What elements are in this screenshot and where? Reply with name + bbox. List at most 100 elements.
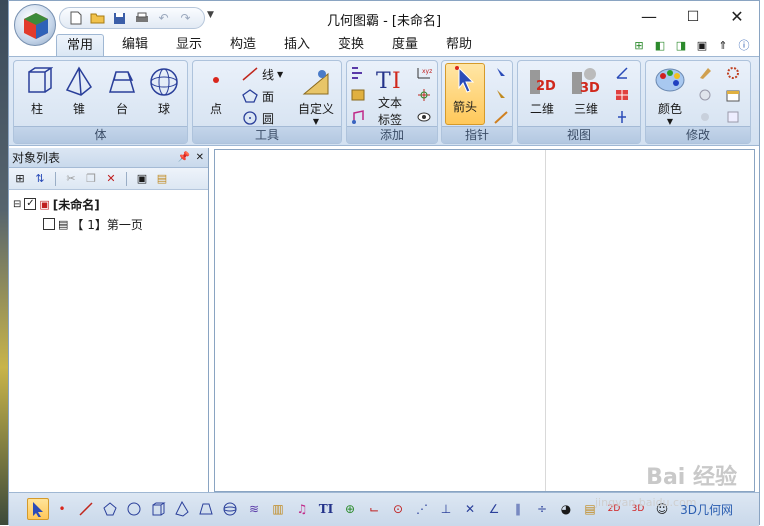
drawing-canvas[interactable] bbox=[214, 149, 755, 492]
sort-icon[interactable]: ⇅ bbox=[32, 171, 48, 187]
bt-segment-icon[interactable]: ⋰ bbox=[411, 498, 433, 520]
bt-prism-icon[interactable] bbox=[147, 498, 169, 520]
tab-common[interactable]: 常用 bbox=[56, 34, 105, 56]
bt-midpoint-icon[interactable]: ⊙ bbox=[387, 498, 409, 520]
bt-cross-icon[interactable]: ✕ bbox=[459, 498, 481, 520]
delete-icon[interactable]: ✕ bbox=[103, 171, 119, 187]
pointer-rotate-icon[interactable] bbox=[492, 86, 510, 104]
text-label-button[interactable]: TI 文本 标签 bbox=[369, 66, 411, 128]
group-add: TI 文本 标签 xyz 添加 bbox=[346, 60, 438, 144]
add-music-icon[interactable] bbox=[349, 108, 367, 126]
tab-help[interactable]: 帮助 bbox=[436, 34, 482, 56]
maximize-button[interactable]: ☐ bbox=[671, 1, 715, 32]
line-dropdown-icon[interactable]: ▼ bbox=[277, 70, 283, 79]
custom-dropdown-icon[interactable]: ▼ bbox=[293, 117, 339, 126]
group-body-label: 体 bbox=[14, 126, 187, 143]
bt-text-icon[interactable]: TI bbox=[315, 498, 337, 520]
bt-palette-icon[interactable]: ◕ bbox=[555, 498, 577, 520]
page-checkbox[interactable] bbox=[43, 218, 55, 230]
minimize-button[interactable]: — bbox=[627, 1, 671, 32]
app-menu-button[interactable] bbox=[14, 4, 56, 46]
help-icon[interactable]: ⓘ bbox=[735, 36, 753, 54]
add-table-icon[interactable] bbox=[349, 86, 367, 104]
sphere-button[interactable]: 球 bbox=[144, 66, 184, 117]
collapse-icon[interactable]: ⊟ bbox=[13, 199, 21, 210]
add-page-icon[interactable]: ⊞ bbox=[630, 36, 648, 54]
frustum-label: 台 bbox=[115, 102, 128, 116]
modify-size-icon[interactable] bbox=[696, 108, 714, 126]
bt-sphere-icon[interactable] bbox=[219, 498, 241, 520]
view-2d-button[interactable]: 2D 二维 bbox=[522, 66, 562, 117]
view-axes-icon[interactable] bbox=[613, 64, 631, 82]
close-button[interactable]: ✕ bbox=[715, 1, 759, 32]
pointer-draw-icon[interactable] bbox=[492, 108, 510, 126]
object-list-toolbar: ⊞ ⇅ ✂ ❐ ✕ ▣ ▤ bbox=[9, 168, 208, 190]
modify-style-icon[interactable] bbox=[696, 64, 714, 82]
tree-root-node[interactable]: ⊟ ✓ ▣ [未命名] bbox=[13, 194, 208, 214]
point-button[interactable]: 点 bbox=[196, 66, 236, 117]
bt-polygon-icon[interactable] bbox=[99, 498, 121, 520]
bt-perp-icon[interactable]: ⊥ bbox=[435, 498, 457, 520]
pin-icon[interactable]: 📌 bbox=[178, 148, 190, 168]
line-button[interactable]: 线 ▼ bbox=[241, 64, 283, 84]
view-rotate-icon[interactable] bbox=[613, 108, 631, 126]
modify-copy-icon[interactable] bbox=[724, 108, 742, 126]
tab-construct[interactable]: 构造 bbox=[220, 34, 266, 56]
face-label: 面 bbox=[262, 89, 275, 104]
color-dropdown-icon[interactable]: ▼ bbox=[650, 117, 690, 126]
tab-display[interactable]: 显示 bbox=[166, 34, 212, 56]
add-eye-icon[interactable] bbox=[415, 108, 433, 126]
prism-button[interactable]: 柱 bbox=[17, 66, 57, 117]
bt-frustum-icon[interactable] bbox=[195, 498, 217, 520]
modify-light-icon[interactable] bbox=[696, 86, 714, 104]
tab-transform[interactable]: 变换 bbox=[328, 34, 374, 56]
panel-close-icon[interactable]: ✕ bbox=[196, 148, 204, 168]
color-button[interactable]: 颜色 ▼ bbox=[650, 66, 690, 126]
expand-all-icon[interactable]: ⊞ bbox=[12, 171, 28, 187]
cut-icon[interactable]: ✂ bbox=[63, 171, 79, 187]
custom-tool-icon bbox=[302, 70, 329, 95]
root-checkbox[interactable]: ✓ bbox=[24, 198, 37, 210]
bt-angle-icon[interactable]: ∠ bbox=[483, 498, 505, 520]
bt-coord-icon[interactable]: ⌙ bbox=[363, 498, 385, 520]
line-icon bbox=[242, 67, 258, 81]
bt-parallel-icon[interactable]: ∥ bbox=[507, 498, 529, 520]
face-button[interactable]: 面 bbox=[241, 86, 274, 106]
bt-divide-icon[interactable]: ÷ bbox=[531, 498, 553, 520]
bt-add-a-icon[interactable]: ≋ bbox=[243, 498, 265, 520]
bt-grid-icon[interactable]: ⊕ bbox=[339, 498, 361, 520]
view-grid-icon[interactable] bbox=[613, 86, 631, 104]
bt-music-icon[interactable]: ♫ bbox=[291, 498, 313, 520]
custom-button[interactable]: 自定义 ▼ bbox=[293, 66, 339, 126]
tab-measure[interactable]: 度量 bbox=[382, 34, 428, 56]
select-arrow-icon[interactable] bbox=[27, 498, 49, 520]
3d-geometry-link[interactable]: 3D几何网 bbox=[680, 501, 733, 518]
properties-icon[interactable] bbox=[724, 86, 742, 104]
bt-table-icon[interactable]: ▥ bbox=[267, 498, 289, 520]
page-properties-icon[interactable]: ▤ bbox=[154, 171, 170, 187]
circle-button[interactable]: 圆 bbox=[241, 108, 274, 128]
pyramid-button[interactable]: 锥 bbox=[59, 66, 99, 117]
frustum-button[interactable]: 台 bbox=[102, 66, 142, 117]
tab-edit[interactable]: 编辑 bbox=[112, 34, 158, 56]
bt-pyramid-icon[interactable] bbox=[171, 498, 193, 520]
next-page-icon[interactable]: ◨ bbox=[672, 36, 690, 54]
settings-gear-icon[interactable] bbox=[724, 64, 742, 82]
prev-page-icon[interactable]: ◧ bbox=[651, 36, 669, 54]
view-2d-icon: 2D bbox=[530, 70, 556, 94]
bt-point-icon[interactable]: • bbox=[51, 498, 73, 520]
tab-insert[interactable]: 插入 bbox=[274, 34, 320, 56]
add-grid-icon[interactable] bbox=[415, 86, 433, 104]
add-coord-icon[interactable]: xyz bbox=[415, 64, 433, 82]
options-icon[interactable]: ⇑ bbox=[714, 36, 732, 54]
add-a-icon[interactable] bbox=[349, 64, 367, 82]
page-icon[interactable]: ▣ bbox=[134, 171, 150, 187]
pointer-move-icon[interactable] bbox=[492, 64, 510, 82]
view-3d-button[interactable]: 3D 三维 bbox=[566, 66, 606, 117]
fullscreen-icon[interactable]: ▣ bbox=[693, 36, 711, 54]
tree-page-node[interactable]: ▤ 【 1】第一页 bbox=[13, 214, 208, 234]
arrow-tool-button[interactable]: 箭头 bbox=[445, 63, 485, 125]
copy-icon[interactable]: ❐ bbox=[83, 171, 99, 187]
bt-line-icon[interactable] bbox=[75, 498, 97, 520]
bt-circle-icon[interactable] bbox=[123, 498, 145, 520]
